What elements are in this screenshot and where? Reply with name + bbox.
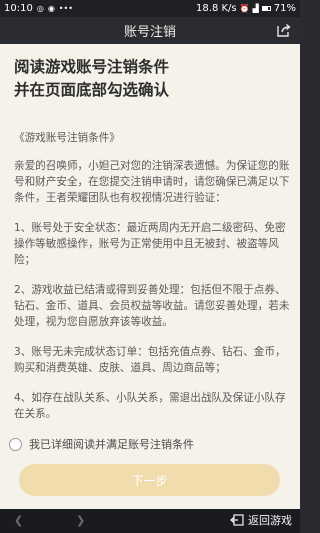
terms-paragraph: 4、如存在战队关系、小队关系，需退出战队及保证小队存在关系。 <box>14 392 286 420</box>
terms-paragraph: 2、游戏收益已结清或得到妥善处理：包括但不限于点券、钻石、金币、道具、会员权益等… <box>14 284 290 328</box>
app-notification-icon: ◉ <box>47 3 55 13</box>
next-button[interactable]: 下一步 <box>19 464 280 496</box>
more-notifications-icon: ••• <box>58 3 73 13</box>
title-bar: 账号注销 <box>0 17 300 44</box>
status-right: 18.8 K/s ⏰ ▟ 71% <box>196 3 296 14</box>
alarm-icon: ⏰ <box>239 3 250 13</box>
terms-paragraph: 亲爱的召唤师，小妲己对您的注销深表遗憾。为保证您的账号和财产安全，在您提交注销申… <box>14 160 290 204</box>
notification-icon: ◎ <box>36 3 44 13</box>
signal-icon: ▟ <box>252 3 259 13</box>
status-bar: 10:10 ◎ ◉ ••• 18.8 K/s ⏰ ▟ 71% <box>0 0 300 17</box>
chevron-left-icon[interactable]: ❮ <box>14 514 23 527</box>
battery-percent: 71% <box>273 3 296 14</box>
terms-heading: 阅读游戏账号注销条件 并在页面底部勾选确认 <box>14 56 286 102</box>
agree-checkbox[interactable] <box>9 437 22 451</box>
agreement-row[interactable]: 我已详细阅读并满足账号注销条件 <box>0 429 300 459</box>
network-speed: 18.8 K/s <box>196 3 237 14</box>
doc-title: 《游戏账号注销条件》 <box>14 132 120 144</box>
battery-icon <box>261 6 271 11</box>
return-game-label: 返回游戏 <box>248 514 292 527</box>
exit-icon <box>230 514 244 526</box>
heading-line-1: 阅读游戏账号注销条件 <box>14 58 170 76</box>
terms-paragraph: 1、账号处于安全状态：最近两周内无开启二级密码、免密操作等敏感操作，账号为正常使… <box>14 222 286 266</box>
heading-line-2: 并在页面底部勾选确认 <box>14 81 170 99</box>
return-game-button[interactable]: 返回游戏 <box>230 512 292 528</box>
terms-content[interactable]: 阅读游戏账号注销条件 并在页面底部勾选确认 《游戏账号注销条件》 亲爱的召唤师，… <box>0 44 300 429</box>
terms-paragraph: 3、账号无未完成状态订单：包括充值点券、钻石、金币，购买和消费英雄、皮肤、道具、… <box>14 346 286 374</box>
action-area: 下一步 <box>0 459 300 509</box>
status-time: 10:10 <box>4 3 33 14</box>
agree-label[interactable]: 我已详细阅读并满足账号注销条件 <box>29 436 194 452</box>
browser-nav-bar: ❮ ❯ 返回游戏 <box>0 509 300 533</box>
chevron-right-icon[interactable]: ❯ <box>76 514 85 527</box>
page-title: 账号注销 <box>123 25 176 40</box>
terms-body: 《游戏账号注销条件》 亲爱的召唤师，小妲己对您的注销深表遗憾。为保证您的账号和财… <box>14 130 290 429</box>
status-left: 10:10 ◎ ◉ ••• <box>4 3 73 14</box>
share-icon[interactable] <box>276 22 292 38</box>
